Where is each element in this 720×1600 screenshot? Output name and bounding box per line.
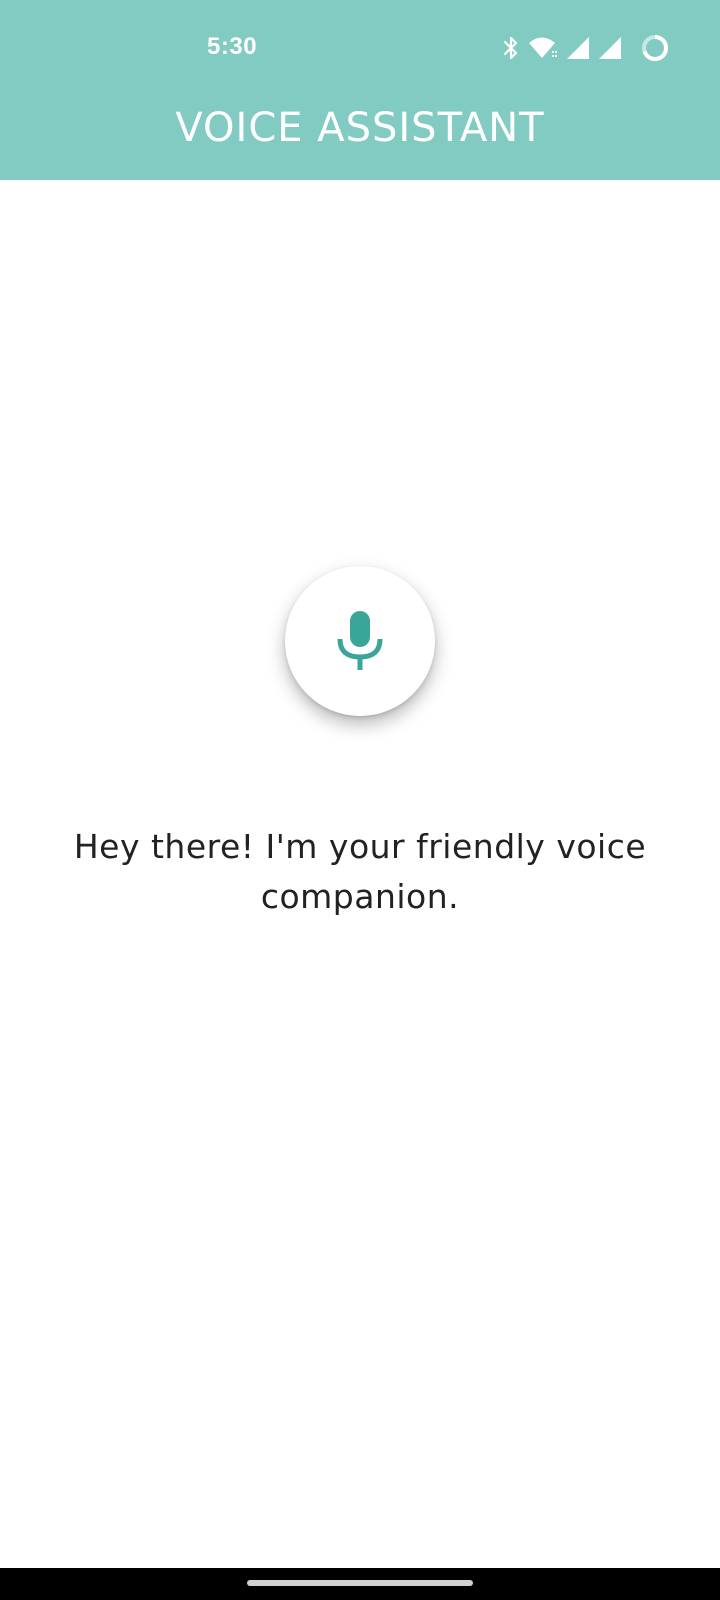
home-indicator[interactable] <box>247 1580 473 1586</box>
status-icons <box>494 34 670 62</box>
app-header: 5:30 VOICE ASSISTANT <box>0 0 720 180</box>
microphone-button[interactable] <box>285 566 435 716</box>
greeting-text: Hey there! I'm your friendly voice compa… <box>73 827 647 916</box>
bluetooth-icon <box>503 36 518 60</box>
signal-icon <box>599 37 621 59</box>
microphone-icon <box>337 611 383 670</box>
signal-icon <box>567 37 589 59</box>
status-time: 5:30 <box>207 33 258 60</box>
battery-icon <box>642 34 668 61</box>
app-title: VOICE ASSISTANT <box>175 105 545 151</box>
wifi-icon <box>529 37 557 58</box>
status-bar: 5:30 <box>0 0 720 96</box>
